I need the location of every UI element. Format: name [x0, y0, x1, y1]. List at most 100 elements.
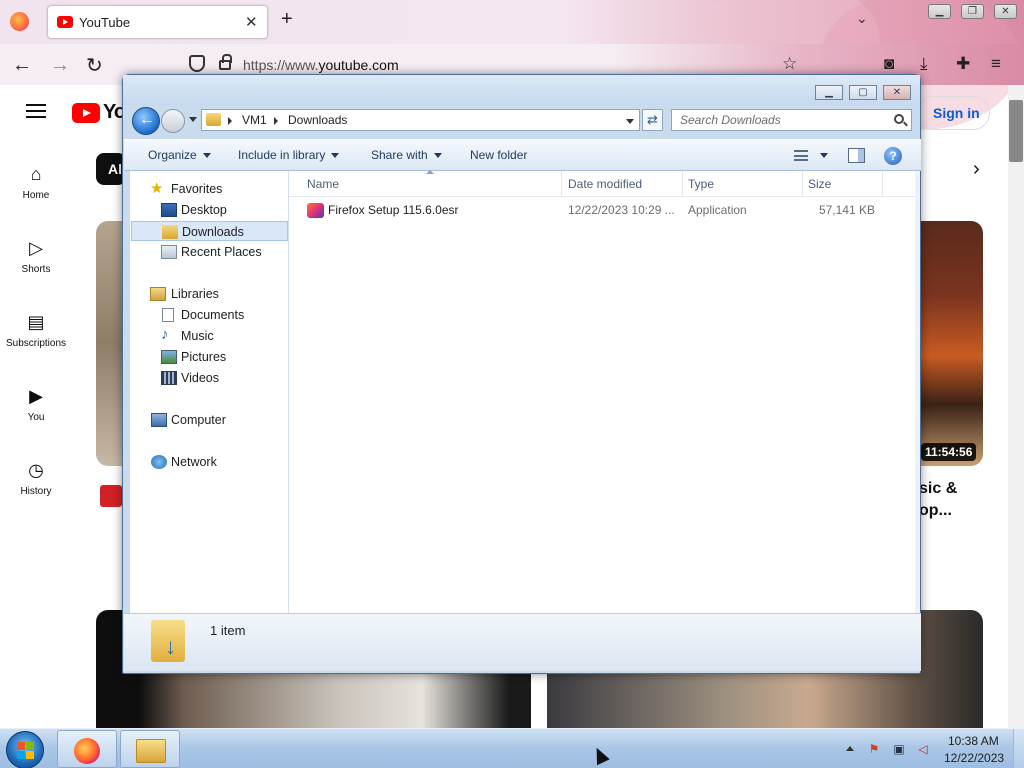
taskbar-explorer-button[interactable] — [120, 730, 180, 768]
bookmark-star-icon[interactable]: ☆ — [782, 54, 797, 74]
recent-pages-dropdown-icon[interactable] — [189, 117, 197, 122]
column-divider[interactable] — [802, 171, 803, 197]
nav-documents[interactable]: Documents — [130, 305, 287, 325]
subscriptions-icon: ▤ — [27, 312, 45, 332]
nav-videos[interactable]: Videos — [130, 368, 287, 388]
refresh-button[interactable]: ⇄ — [642, 109, 663, 131]
show-hidden-icons-icon[interactable] — [846, 746, 854, 751]
show-desktop-button[interactable] — [1013, 729, 1024, 768]
extensions-icon[interactable]: ✚ — [956, 54, 970, 74]
column-divider[interactable] — [561, 171, 562, 197]
page-scrollbar[interactable] — [1008, 85, 1024, 728]
new-tab-button[interactable]: + — [281, 9, 293, 29]
action-center-icon[interactable]: ⚑ — [867, 742, 881, 756]
video-title[interactable]: sic & — [919, 480, 957, 498]
column-divider[interactable] — [882, 171, 883, 197]
breadcrumb-arrow-icon[interactable] — [228, 117, 232, 125]
nav-history[interactable]: ◷ History — [0, 460, 72, 497]
nav-desktop[interactable]: Desktop — [130, 200, 287, 220]
list-tabs-icon[interactable]: ⌄ — [856, 10, 868, 27]
chevron-right-icon[interactable]: › — [973, 158, 980, 181]
nav-home[interactable]: ⌂ Home — [0, 164, 72, 201]
nav-pictures[interactable]: Pictures — [130, 347, 287, 367]
search-placeholder[interactable]: Search Downloads — [680, 113, 781, 127]
url-bar[interactable]: https://www.youtube.com — [243, 57, 399, 73]
help-icon[interactable]: ? — [884, 147, 902, 165]
network-status-icon[interactable]: ▣ — [892, 742, 906, 756]
start-button[interactable] — [6, 731, 44, 768]
column-divider[interactable] — [682, 171, 683, 197]
explorer-title-bar[interactable] — [123, 75, 920, 105]
search-icon[interactable] — [894, 114, 904, 124]
close-button[interactable]: ✕ — [883, 85, 911, 100]
browser-tab-youtube[interactable]: YouTube ✕ — [47, 5, 268, 39]
nav-recent-places[interactable]: Recent Places — [130, 242, 287, 262]
clock-time[interactable]: 10:38 AM — [948, 734, 999, 748]
preview-pane-icon[interactable] — [848, 148, 865, 163]
nav-label: Recent Places — [181, 245, 262, 259]
column-type[interactable]: Type — [688, 177, 714, 191]
search-box[interactable]: Search Downloads — [671, 109, 912, 131]
column-name[interactable]: Name — [307, 177, 339, 191]
nav-you[interactable]: ▶ You — [0, 386, 72, 423]
column-size[interactable]: Size — [808, 177, 831, 191]
downloads-icon[interactable]: ⤓ — [920, 54, 928, 74]
tab-close-icon[interactable]: ✕ — [245, 13, 258, 31]
channel-avatar[interactable] — [100, 485, 122, 507]
nav-music[interactable]: ♪ Music — [130, 326, 287, 346]
new-folder-button[interactable]: New folder — [470, 148, 527, 162]
dropdown-icon — [331, 153, 340, 159]
breadcrumb-vm1[interactable]: VM1 — [242, 113, 267, 127]
share-with-button[interactable]: Share with — [371, 148, 442, 162]
forward-icon[interactable]: → — [50, 54, 70, 77]
address-dropdown-icon[interactable] — [626, 119, 634, 124]
breadcrumb-downloads[interactable]: Downloads — [288, 113, 347, 127]
include-in-library-button[interactable]: Include in library — [238, 148, 340, 162]
firefox-icon[interactable] — [10, 12, 29, 31]
scrollbar-thumb[interactable] — [1009, 100, 1023, 162]
back-icon[interactable]: ← — [12, 54, 32, 77]
nav-computer[interactable]: Computer — [130, 410, 287, 430]
nav-network[interactable]: Network — [130, 452, 287, 472]
nav-downloads[interactable]: Downloads — [131, 221, 288, 241]
volume-muted-icon[interactable]: ◁ — [916, 742, 930, 756]
file-list-scrollbar[interactable] — [915, 171, 920, 613]
clock-date[interactable]: 12/22/2023 — [944, 751, 1004, 765]
back-button[interactable] — [132, 107, 160, 135]
minimize-button[interactable]: ▁ — [815, 85, 843, 100]
close-browser-button[interactable]: ✕ — [994, 4, 1017, 19]
sign-in-button[interactable]: Sign in — [916, 96, 990, 130]
video-title[interactable]: op... — [919, 502, 952, 520]
column-date-modified[interactable]: Date modified — [568, 177, 642, 191]
lock-icon[interactable] — [219, 54, 232, 70]
tracking-protection-icon[interactable] — [189, 55, 205, 72]
windows-logo-icon — [17, 751, 25, 759]
forward-button[interactable] — [161, 109, 185, 133]
nav-label: Home — [22, 190, 50, 201]
taskbar-firefox-button[interactable] — [57, 730, 117, 768]
video-thumbnail[interactable] — [916, 221, 983, 466]
folder-icon — [136, 739, 166, 763]
organize-button[interactable]: Organize — [148, 148, 211, 162]
nav-shorts[interactable]: ▷ Shorts — [0, 238, 72, 275]
reload-icon[interactable]: ↻ — [86, 53, 103, 78]
address-bar[interactable]: VM1 Downloads — [201, 109, 640, 131]
file-type: Application — [688, 203, 747, 217]
menu-icon[interactable]: ≡ — [991, 54, 1001, 74]
file-name[interactable]: Firefox Setup 115.6.0esr — [328, 203, 459, 217]
breadcrumb-arrow-icon[interactable] — [274, 117, 278, 125]
nav-label: Videos — [181, 371, 219, 385]
minimize-browser-button[interactable]: ▁ — [928, 4, 951, 19]
file-row[interactable]: Firefox Setup 115.6.0esr 12/22/2023 10:2… — [289, 200, 915, 222]
youtube-logo-icon[interactable] — [72, 103, 100, 123]
tab-title: YouTube — [79, 15, 131, 30]
nav-favorites[interactable]: ★ Favorites — [130, 179, 287, 199]
view-dropdown-icon[interactable] — [820, 153, 828, 158]
change-view-icon[interactable] — [794, 150, 808, 161]
nav-libraries[interactable]: Libraries — [130, 284, 287, 304]
nav-subscriptions[interactable]: ▤ Subscriptions — [0, 312, 72, 349]
pocket-icon[interactable]: ◙ — [884, 54, 894, 74]
maximize-button[interactable]: ▢ — [849, 85, 877, 100]
restore-browser-button[interactable]: ❐ — [961, 4, 984, 19]
guide-menu-icon[interactable] — [26, 104, 46, 118]
